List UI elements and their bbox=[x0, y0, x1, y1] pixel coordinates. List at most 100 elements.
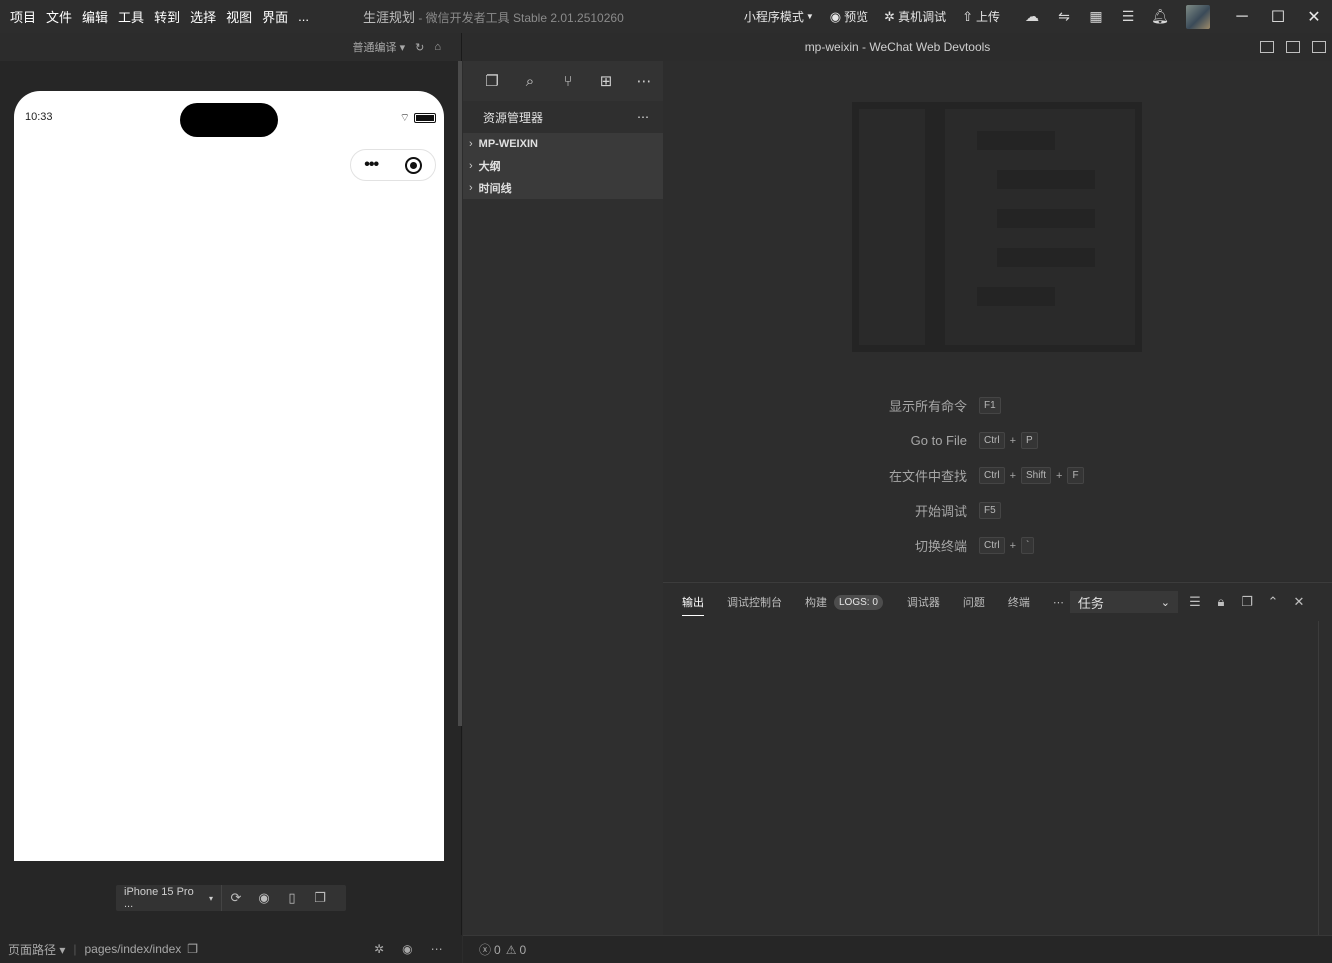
main-statusbar: ⓧ 0 ⚠ 0 bbox=[463, 935, 1332, 963]
section-mp-weixin[interactable]: › MP-WEIXIN bbox=[463, 133, 663, 155]
menu-more[interactable]: ... bbox=[298, 9, 309, 24]
device-selector[interactable]: iPhone 15 Pro ... ▾ bbox=[116, 885, 222, 911]
title-bar: 项目 文件 编辑 工具 转到 选择 视图 界面 ... 生涯规划 - 微信开发者… bbox=[0, 0, 1332, 33]
phone-icon[interactable]: ▯ bbox=[278, 890, 306, 906]
tab-debugger[interactable]: 调试器 bbox=[907, 594, 940, 610]
avatar[interactable] bbox=[1186, 4, 1210, 29]
menu-select[interactable]: 选择 bbox=[190, 7, 216, 26]
close-icon[interactable]: ✕ bbox=[1296, 7, 1332, 27]
panel-tabs: 输出 调试控制台 构建 LOGS: 0 调试器 问题 终端 ⋯ 任务 ⌄ ☰ 🔒︎… bbox=[663, 583, 1332, 621]
layout-icon[interactable]: ▦ bbox=[1080, 8, 1112, 25]
menu-tools[interactable]: 工具 bbox=[118, 7, 144, 26]
error-count[interactable]: 0 bbox=[494, 943, 501, 957]
copy-icon[interactable]: ❐ bbox=[1234, 594, 1260, 610]
more-icon[interactable]: ⋯ bbox=[625, 72, 663, 90]
menu-file[interactable]: 文件 bbox=[46, 7, 72, 26]
real-debug-button[interactable]: ✲ 真机调试 bbox=[884, 8, 946, 25]
page-path: pages/index/index bbox=[84, 942, 182, 956]
tab-terminal[interactable]: 终端 bbox=[1008, 594, 1030, 610]
mode-dropdown[interactable]: 小程序模式 ▼ bbox=[744, 8, 814, 25]
editor-titlebar: mp-weixin - WeChat Web Devtools bbox=[463, 33, 1332, 61]
toggle-sidebar-icon[interactable] bbox=[1260, 41, 1274, 53]
tab-more-icon[interactable]: ⋯ bbox=[1053, 596, 1064, 609]
preview-button[interactable]: ◉ 预览 bbox=[830, 8, 868, 25]
bell-icon[interactable]: 🔔︎ bbox=[1144, 8, 1176, 25]
task-select[interactable]: 任务 ⌄ bbox=[1069, 591, 1178, 613]
more-icon[interactable]: ⋯ bbox=[431, 942, 443, 956]
device-bar: iPhone 15 Pro ... ▾ ⟳ ◉ ▯ ❐ bbox=[116, 885, 346, 911]
page-path-dropdown[interactable]: 页面路径 ▾ bbox=[8, 941, 65, 958]
caret-down-icon: ▼ bbox=[805, 12, 814, 21]
record-icon[interactable]: ◉ bbox=[250, 890, 278, 906]
simulator-panel: 普通编译 ▾ ↻ ⌂ 10:33 ⌔ ••• iPhone 15 Pro ...… bbox=[0, 33, 462, 935]
close-capsule-icon[interactable] bbox=[404, 156, 422, 174]
project-name: 生涯规划 bbox=[362, 10, 415, 25]
phone-screen[interactable]: 10:33 ⌔ ••• bbox=[14, 91, 444, 861]
minimize-icon[interactable]: ─ bbox=[1224, 8, 1260, 26]
chevron-right-icon: › bbox=[469, 160, 473, 172]
tab-output[interactable]: 输出 bbox=[682, 594, 704, 616]
rotate-icon[interactable]: ⟳ bbox=[222, 890, 250, 906]
panel-scrollbar[interactable] bbox=[1318, 621, 1330, 936]
divider: | bbox=[73, 942, 77, 956]
search-icon[interactable]: ⌕ bbox=[511, 73, 549, 90]
explorer-icon[interactable]: ❐ bbox=[473, 72, 511, 90]
refresh-icon[interactable]: ↻ bbox=[415, 41, 424, 54]
editor-area: 显示所有命令 F1 Go to File Ctrl + P 在文件中查找 Ctrl +… bbox=[663, 61, 1332, 581]
section-outline[interactable]: › 大纲 bbox=[463, 155, 663, 177]
debug-icon[interactable]: ✲ bbox=[374, 942, 384, 956]
logs-badge: LOGS: 0 bbox=[834, 594, 883, 610]
compile-mode-dropdown[interactable]: 普通编译 ▾ bbox=[343, 39, 406, 55]
tab-problems[interactable]: 问题 bbox=[963, 594, 985, 610]
warning-count[interactable]: 0 bbox=[519, 943, 526, 957]
battery-icon bbox=[414, 113, 436, 123]
extensions-icon[interactable]: ⊞ bbox=[587, 72, 625, 90]
section-timeline[interactable]: › 时间线 bbox=[463, 177, 663, 199]
clear-cache-icon[interactable]: ⌂ bbox=[434, 41, 441, 53]
chevron-down-icon: ⌄ bbox=[1160, 596, 1170, 609]
more-dots-icon[interactable]: ••• bbox=[364, 156, 379, 174]
tab-build[interactable]: 构建 bbox=[805, 594, 827, 610]
clear-output-icon[interactable]: ☰ bbox=[1182, 594, 1208, 610]
wifi-icon: ⌔ bbox=[399, 112, 410, 124]
layout-toggles bbox=[1248, 33, 1326, 61]
simulator-scrollbar[interactable] bbox=[458, 61, 462, 726]
watermark-logo bbox=[852, 102, 1142, 352]
shortcut-row: Go to File Ctrl + P bbox=[663, 423, 1332, 458]
shortcut-row: 显示所有命令 F1 bbox=[663, 388, 1332, 423]
chevron-up-icon[interactable]: ⌃ bbox=[1260, 594, 1286, 610]
window-title: mp-weixin - WeChat Web Devtools bbox=[804, 40, 991, 54]
chevron-right-icon: › bbox=[469, 138, 473, 150]
activity-bar: ❐ ⌕ ⑂ ⊞ ⋯ bbox=[463, 61, 663, 101]
menu-icon[interactable]: ☰ bbox=[1112, 8, 1144, 25]
multi-window-icon[interactable]: ❐ bbox=[306, 890, 334, 906]
explorer-more-icon[interactable]: ⋯ bbox=[637, 110, 649, 124]
status-icons: ⌔ bbox=[400, 111, 436, 125]
close-panel-icon[interactable]: ✕ bbox=[1286, 594, 1312, 610]
menu-project[interactable]: 项目 bbox=[10, 7, 36, 26]
error-icon[interactable]: ⓧ bbox=[479, 941, 491, 958]
swap-icon[interactable]: ⇋ bbox=[1048, 8, 1080, 25]
upload-button[interactable]: ⇧ 上传 bbox=[962, 8, 1000, 25]
simulator-toolbar: 普通编译 ▾ ↻ ⌂ bbox=[0, 33, 461, 61]
cloud-icon[interactable]: ☁ bbox=[1016, 8, 1048, 25]
eye-icon[interactable]: ◉ bbox=[402, 942, 412, 956]
source-control-icon[interactable]: ⑂ bbox=[549, 73, 587, 90]
warning-icon[interactable]: ⚠ bbox=[506, 943, 517, 957]
tab-debug-console[interactable]: 调试控制台 bbox=[727, 594, 782, 610]
explorer-title: 资源管理器 bbox=[483, 110, 544, 125]
shortcut-list: 显示所有命令 F1 Go to File Ctrl + P 在文件中查找 Ctrl +… bbox=[663, 388, 1332, 563]
menu-view[interactable]: 视图 bbox=[226, 7, 252, 26]
menu-edit[interactable]: 编辑 bbox=[82, 7, 108, 26]
toggle-secondary-sidebar-icon[interactable] bbox=[1312, 41, 1326, 53]
toolbar-right: 小程序模式 ▼ ◉ 预览 ✲ 真机调试 ⇧ 上传 ☁ ⇋ ▦ ☰ 🔔︎ ─ ☐ ✕ bbox=[744, 0, 1332, 33]
lock-icon[interactable]: 🔒︎ bbox=[1208, 594, 1234, 610]
maximize-icon[interactable]: ☐ bbox=[1260, 7, 1296, 27]
menu-interface[interactable]: 界面 bbox=[262, 7, 288, 26]
chevron-right-icon: › bbox=[469, 182, 473, 194]
menu-goto[interactable]: 转到 bbox=[154, 7, 180, 26]
bug-icon: ✲ bbox=[884, 8, 896, 24]
copy-icon[interactable]: ❐ bbox=[187, 942, 198, 956]
simulator-statusbar: 页面路径 ▾ | pages/index/index ❐ ✲ ◉ ⋯ bbox=[0, 935, 462, 963]
toggle-panel-icon[interactable] bbox=[1286, 41, 1300, 53]
